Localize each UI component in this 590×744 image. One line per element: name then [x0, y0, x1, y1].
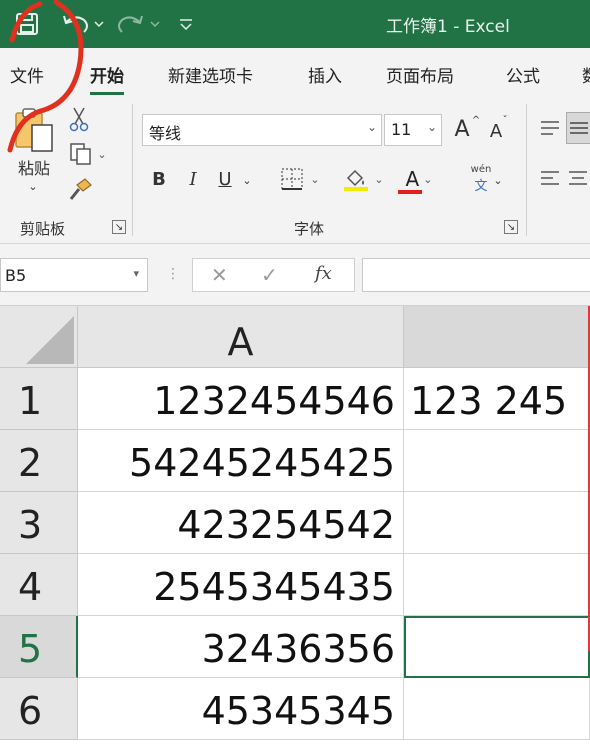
customize-qat-icon[interactable] — [176, 12, 196, 41]
align-center-icon[interactable] — [566, 164, 590, 192]
tab-file[interactable]: 文件 — [10, 62, 44, 87]
undo-icon[interactable] — [60, 12, 106, 41]
enter-icon[interactable]: ✓ — [261, 263, 278, 287]
font-size-select[interactable]: 11 ⌄ — [384, 114, 442, 146]
align-left-icon[interactable] — [536, 164, 564, 192]
window-title: 工作簿1 - Excel — [386, 17, 510, 37]
cell-a6[interactable]: 45345345 — [78, 678, 404, 740]
cancel-icon[interactable]: ✕ — [211, 263, 228, 287]
row-header[interactable]: 4 — [0, 554, 78, 616]
name-box-value: B5 — [5, 266, 27, 285]
clipboard-group-label: 剪贴板 — [20, 220, 66, 238]
cell-b6[interactable] — [404, 678, 590, 740]
format-painter-icon[interactable] — [66, 176, 94, 204]
formula-bar: B5 ▾ ⋮ ✕ ✓ fx — [0, 244, 590, 306]
ribbon-home: 粘贴 ⌄ ⌄ 剪贴板 ↘ 等线 ⌄ 11 ⌄ A ^ A ˇ B I U ⌄ ⌄… — [0, 98, 590, 244]
title-bar: 工作簿1 - Excel — [0, 0, 590, 48]
redo-icon[interactable] — [116, 12, 162, 41]
row-header-selected[interactable]: 5 — [0, 616, 78, 678]
column-header-a[interactable]: A — [78, 306, 404, 368]
select-all-corner[interactable] — [0, 306, 78, 368]
font-launcher-icon[interactable]: ↘ — [504, 220, 518, 234]
save-icon[interactable] — [14, 12, 40, 41]
row-header[interactable]: 6 — [0, 678, 78, 740]
worksheet-grid: A 1 1232454546 123 245 2 54245245425 3 4… — [0, 306, 590, 740]
cell-b2[interactable] — [404, 430, 590, 492]
formula-buttons: ✕ ✓ fx — [192, 258, 355, 292]
tab-home[interactable]: 开始 — [90, 62, 124, 95]
phonetic-char: 文 — [474, 179, 488, 194]
tab-insert[interactable]: 插入 — [308, 62, 342, 87]
shrink-font-icon: ˇ — [502, 114, 508, 126]
fill-color-icon — [344, 169, 369, 191]
cell-a5[interactable]: 32436356 — [78, 616, 404, 678]
phonetic-pinyin: wén — [470, 164, 492, 175]
tab-formulas[interactable]: 公式 — [506, 62, 540, 87]
group-separator — [526, 104, 527, 236]
cut-icon[interactable] — [66, 106, 92, 132]
chevron-down-icon: ⌄ — [366, 120, 377, 134]
formula-input[interactable] — [362, 258, 590, 292]
insert-function-icon[interactable]: fx — [315, 263, 332, 284]
chevron-down-icon: ⌄ — [426, 120, 437, 134]
row-header[interactable]: 2 — [0, 430, 78, 492]
copy-icon[interactable]: ⌄ — [64, 140, 112, 168]
align-middle-icon[interactable] — [566, 112, 590, 144]
cell-a3[interactable]: 423254542 — [78, 492, 404, 554]
cell-b4[interactable] — [404, 554, 590, 616]
cell-a2[interactable]: 54245245425 — [78, 430, 404, 492]
font-color-label: A — [405, 167, 420, 191]
cell-a4[interactable]: 2545345435 — [78, 554, 404, 616]
clipboard-launcher-icon[interactable]: ↘ — [112, 220, 126, 234]
tab-data[interactable]: 数 — [582, 62, 590, 87]
underline-dropdown-icon[interactable]: ⌄ — [240, 168, 254, 192]
font-group-label: 字体 — [294, 220, 325, 238]
borders-icon — [281, 168, 303, 190]
font-size-value: 11 — [391, 120, 412, 139]
paste-dropdown-icon[interactable]: ⌄ — [22, 178, 44, 194]
underline-button[interactable]: U — [212, 164, 238, 194]
cell-a1[interactable]: 1232454546 — [78, 368, 404, 430]
paste-icon[interactable] — [10, 106, 58, 154]
tab-new-tab[interactable]: 新建选项卡 — [168, 62, 253, 87]
align-top-icon[interactable] — [536, 114, 564, 142]
phonetic-dropdown-icon[interactable]: ⌄ — [490, 168, 506, 192]
bold-button[interactable]: B — [146, 164, 172, 194]
italic-button[interactable]: I — [180, 164, 206, 194]
active-cell-b5[interactable] — [404, 616, 590, 678]
font-color-bar — [398, 190, 422, 194]
resize-handle-icon[interactable]: ⋮ — [166, 266, 180, 282]
tab-page-layout[interactable]: 页面布局 — [386, 62, 454, 87]
grow-font-icon: ^ — [471, 114, 481, 126]
fill-color-button[interactable]: ⌄ — [338, 164, 388, 194]
borders-button[interactable]: ⌄ — [274, 164, 326, 194]
column-header-b[interactable] — [404, 306, 590, 368]
paste-button[interactable]: 粘贴 — [12, 156, 56, 178]
font-name-select[interactable]: 等线 ⌄ — [142, 114, 382, 146]
font-name-value: 等线 — [149, 124, 182, 143]
chevron-down-icon: ▾ — [133, 267, 139, 280]
ribbon-tabs: 文件 开始 新建选项卡 插入 页面布局 公式 数 — [0, 48, 590, 98]
row-header[interactable]: 3 — [0, 492, 78, 554]
cell-b3[interactable] — [404, 492, 590, 554]
group-separator — [132, 104, 133, 236]
name-box[interactable]: B5 ▾ — [0, 258, 148, 292]
cell-b1[interactable]: 123 245 — [404, 368, 590, 430]
row-header[interactable]: 1 — [0, 368, 78, 430]
